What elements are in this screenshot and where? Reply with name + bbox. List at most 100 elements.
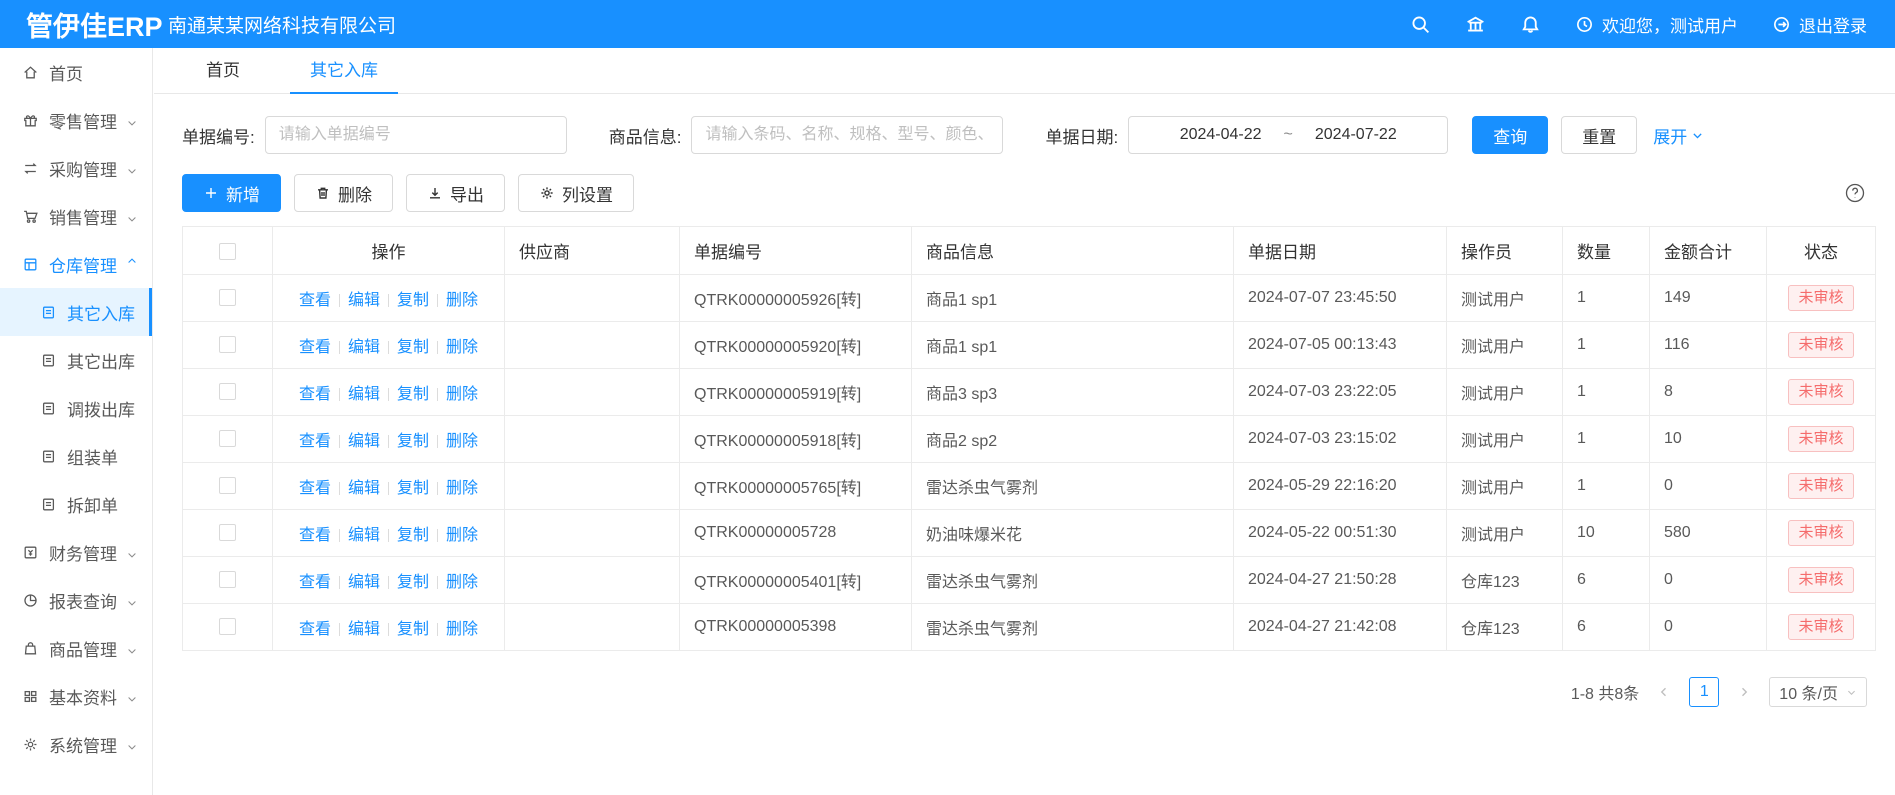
add-button[interactable]: 新增 (182, 174, 281, 212)
export-button[interactable]: 导出 (406, 174, 505, 212)
sidebar-item-基本资料[interactable]: 基本资料 (0, 672, 152, 720)
row-action-查看[interactable]: 查看 (291, 339, 339, 356)
row-checkbox[interactable] (219, 289, 236, 306)
row-action-查看[interactable]: 查看 (291, 433, 339, 450)
page-number-1[interactable]: 1 (1689, 677, 1719, 707)
cell-qty: 1 (1563, 463, 1650, 510)
sidebar-item-首页[interactable]: 首页 (0, 48, 152, 96)
sidebar-item-label: 商品管理 (49, 636, 117, 661)
row-action-删除[interactable]: 删除 (438, 574, 486, 591)
row-action-复制[interactable]: 复制 (389, 386, 437, 403)
doc-icon (40, 304, 57, 321)
logout-button[interactable]: 退出登录 (1772, 12, 1867, 37)
row-action-复制[interactable]: 复制 (389, 621, 437, 638)
sidebar-item-零售管理[interactable]: 零售管理 (0, 96, 152, 144)
next-page-button[interactable] (1731, 679, 1757, 705)
tab-home[interactable]: 首页 (186, 48, 260, 94)
sidebar-item-采购管理[interactable]: 采购管理 (0, 144, 152, 192)
reset-button[interactable]: 重置 (1561, 116, 1637, 154)
row-checkbox[interactable] (219, 477, 236, 494)
column-settings-button[interactable]: 列设置 (518, 174, 634, 212)
row-action-编辑[interactable]: 编辑 (340, 574, 388, 591)
row-checkbox[interactable] (219, 571, 236, 588)
cell-operator: 测试用户 (1447, 463, 1563, 510)
row-action-删除[interactable]: 删除 (438, 339, 486, 356)
row-action-删除[interactable]: 删除 (438, 292, 486, 309)
tab-other-inbound[interactable]: 其它入库 (290, 48, 398, 94)
bell-icon[interactable] (1520, 14, 1541, 35)
cell-bill-no: QTRK00000005918[转] (680, 416, 912, 463)
row-action-编辑[interactable]: 编辑 (340, 339, 388, 356)
filter-row: 单据编号: 商品信息: 单据日期: 2024-04-22 ~ 2024-07-2… (182, 116, 1867, 154)
row-action-编辑[interactable]: 编辑 (340, 527, 388, 544)
row-action-查看[interactable]: 查看 (291, 292, 339, 309)
row-action-删除[interactable]: 删除 (438, 433, 486, 450)
row-action-查看[interactable]: 查看 (291, 527, 339, 544)
expand-link[interactable]: 展开 (1653, 123, 1704, 148)
system-icon (22, 736, 39, 753)
row-action-编辑[interactable]: 编辑 (340, 386, 388, 403)
row-action-删除[interactable]: 删除 (438, 527, 486, 544)
bank-icon[interactable] (1465, 14, 1486, 35)
cell-date: 2024-07-07 23:45:50 (1234, 275, 1447, 322)
sidebar-item-其它出库[interactable]: 其它出库 (0, 336, 152, 384)
bill-no-label: 单据编号: (182, 123, 255, 148)
sidebar-item-label: 销售管理 (49, 204, 117, 229)
row-action-删除[interactable]: 删除 (438, 621, 486, 638)
bill-no-input[interactable] (265, 116, 567, 154)
select-all-checkbox[interactable] (219, 243, 236, 260)
sidebar-item-调拨出库[interactable]: 调拨出库 (0, 384, 152, 432)
sidebar-item-销售管理[interactable]: 销售管理 (0, 192, 152, 240)
search-button[interactable]: 查询 (1472, 116, 1548, 154)
search-icon[interactable] (1410, 14, 1431, 35)
cell-amount: 10 (1650, 416, 1767, 463)
sidebar-item-财务管理[interactable]: 财务管理 (0, 528, 152, 576)
sidebar-item-其它入库[interactable]: 其它入库 (0, 288, 152, 336)
row-action-复制[interactable]: 复制 (389, 574, 437, 591)
row-action-复制[interactable]: 复制 (389, 339, 437, 356)
cell-bill-no: QTRK00000005920[转] (680, 322, 912, 369)
sidebar-item-label: 报表查询 (49, 588, 117, 613)
table-row: 查看编辑复制删除QTRK00000005765[转]雷达杀虫气雾剂2024-05… (183, 463, 1876, 510)
row-action-复制[interactable]: 复制 (389, 527, 437, 544)
row-checkbox[interactable] (219, 383, 236, 400)
row-action-复制[interactable]: 复制 (389, 433, 437, 450)
sidebar-item-label: 调拨出库 (67, 396, 135, 421)
cell-amount: 8 (1650, 369, 1767, 416)
sidebar-item-拆卸单[interactable]: 拆卸单 (0, 480, 152, 528)
table-row: 查看编辑复制删除QTRK00000005918[转]商品2 sp22024-07… (183, 416, 1876, 463)
cell-date: 2024-05-29 22:16:20 (1234, 463, 1447, 510)
prev-page-button[interactable] (1651, 679, 1677, 705)
page-size-select[interactable]: 10 条/页 (1769, 677, 1867, 707)
sidebar-item-商品管理[interactable]: 商品管理 (0, 624, 152, 672)
product-info-input[interactable] (691, 116, 1003, 154)
date-range-input[interactable]: 2024-04-22 ~ 2024-07-22 (1128, 116, 1448, 154)
welcome-user[interactable]: 欢迎您，测试用户 (1575, 12, 1738, 37)
row-checkbox[interactable] (219, 524, 236, 541)
delete-button[interactable]: 删除 (294, 174, 393, 212)
row-action-编辑[interactable]: 编辑 (340, 433, 388, 450)
row-action-复制[interactable]: 复制 (389, 480, 437, 497)
cell-product: 雷达杀虫气雾剂 (912, 557, 1234, 604)
row-action-删除[interactable]: 删除 (438, 480, 486, 497)
row-action-查看[interactable]: 查看 (291, 386, 339, 403)
row-action-查看[interactable]: 查看 (291, 574, 339, 591)
row-checkbox[interactable] (219, 336, 236, 353)
row-action-查看[interactable]: 查看 (291, 480, 339, 497)
help-icon[interactable] (1843, 181, 1867, 205)
row-action-编辑[interactable]: 编辑 (340, 621, 388, 638)
row-action-编辑[interactable]: 编辑 (340, 292, 388, 309)
row-checkbox[interactable] (219, 430, 236, 447)
cell-product: 雷达杀虫气雾剂 (912, 463, 1234, 510)
row-action-复制[interactable]: 复制 (389, 292, 437, 309)
row-action-查看[interactable]: 查看 (291, 621, 339, 638)
row-action-编辑[interactable]: 编辑 (340, 480, 388, 497)
sidebar-item-组装单[interactable]: 组装单 (0, 432, 152, 480)
sidebar-item-仓库管理[interactable]: 仓库管理 (0, 240, 152, 288)
row-action-删除[interactable]: 删除 (438, 386, 486, 403)
cell-operator: 测试用户 (1447, 275, 1563, 322)
chevron-down-icon (126, 546, 138, 558)
row-checkbox[interactable] (219, 618, 236, 635)
sidebar-item-报表查询[interactable]: 报表查询 (0, 576, 152, 624)
sidebar-item-系统管理[interactable]: 系统管理 (0, 720, 152, 768)
